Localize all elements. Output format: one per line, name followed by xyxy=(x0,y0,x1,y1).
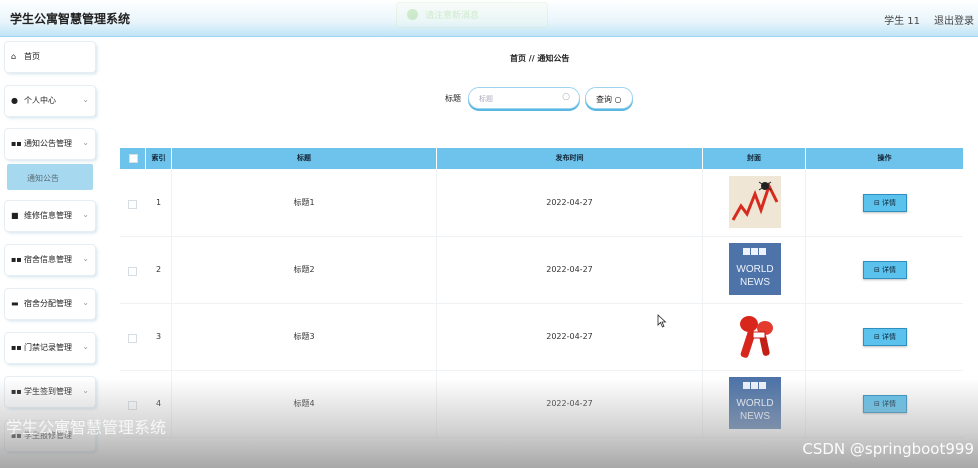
chevron-down-icon: ⌄ xyxy=(82,95,89,104)
lock-icon: ■ xyxy=(11,211,19,220)
sidebar-item-label: 个人中心 xyxy=(24,96,56,105)
current-user-label[interactable]: 学生 11 xyxy=(884,12,920,27)
column-header-date: 发布时间 xyxy=(437,148,703,169)
app-title: 学生公寓智慧管理系统 xyxy=(10,12,131,26)
select-all-cell[interactable] xyxy=(120,148,146,169)
detail-button[interactable]: ⊟ 详情 xyxy=(863,261,907,279)
notice-table: 索引 标题 发布时间 封面 操作 1 标题1 2022-04-27 ⊟ 详情 2… xyxy=(120,148,963,468)
cell-title: 标题1 xyxy=(172,170,437,236)
grid-icon: ▪▪ xyxy=(11,387,22,396)
sidebar-item-label: 学生签到管理 xyxy=(24,387,72,396)
column-header-index: 索引 xyxy=(146,148,172,169)
cell-index: 3 xyxy=(146,304,172,370)
table-row: 2 标题2 2022-04-27 WORLD NEWS ⊟ 详情 xyxy=(120,237,963,304)
svg-text:NEWS: NEWS xyxy=(740,411,770,422)
sidebar-item-label: 维修信息管理 xyxy=(24,211,72,220)
search-icon: ○ xyxy=(562,92,570,102)
svg-text:WORLD: WORLD xyxy=(736,264,773,275)
grid-icon: ▪▪ xyxy=(11,343,22,352)
sidebar-item-label: 门禁记录管理 xyxy=(24,343,72,352)
cell-title: 标题3 xyxy=(172,304,437,370)
row-checkbox[interactable] xyxy=(128,200,137,209)
sidebar: ⌂ 首页 ● 个人中心 ⌄ ▪▪ 通知公告管理 ⌄ 通知公告 ■ 维修信息管理 … xyxy=(0,37,100,468)
user-icon: ● xyxy=(11,96,18,105)
cell-index: 1 xyxy=(146,170,172,236)
sidebar-item-dorm-info[interactable]: ▪▪ 宿舍信息管理 ⌄ xyxy=(5,245,95,275)
logout-link[interactable]: 退出登录 xyxy=(934,12,974,27)
select-all-checkbox[interactable] xyxy=(129,154,138,163)
search-label: 标题 xyxy=(445,94,461,103)
column-header-cover: 封面 xyxy=(703,148,806,169)
table-header: 索引 标题 发布时间 封面 操作 xyxy=(120,148,963,169)
sidebar-item-home[interactable]: ⌂ 首页 xyxy=(5,42,95,72)
grid-icon: ▪▪ xyxy=(11,139,22,148)
detail-button[interactable]: ⊟ 详情 xyxy=(863,328,907,346)
briefcase-icon: ▬ xyxy=(11,299,19,308)
cell-date: 2022-04-27 xyxy=(437,237,703,303)
cell-index: 2 xyxy=(146,237,172,303)
toast-text: 请注意新消息 xyxy=(425,11,480,21)
svg-text:NEWS: NEWS xyxy=(740,277,770,288)
chevron-down-icon: ⌄ xyxy=(82,298,89,307)
success-icon xyxy=(407,9,418,20)
mouse-cursor-icon xyxy=(657,314,667,328)
search-placeholder: 标题 xyxy=(479,95,493,103)
sidebar-item-label: 通知公告管理 xyxy=(24,139,72,148)
svg-text:WORLD: WORLD xyxy=(736,398,773,409)
chevron-down-icon: ⌄ xyxy=(82,342,89,351)
sidebar-item-label: 宿舍分配管理 xyxy=(24,299,72,308)
notification-toast: 请注意新消息 xyxy=(396,2,548,28)
home-icon: ⌂ xyxy=(11,52,17,61)
table-row: 3 标题3 2022-04-27 ⊟ 详情 xyxy=(120,304,963,371)
cell-title: 标题2 xyxy=(172,237,437,303)
sidebar-item-dorm-allocation[interactable]: ▬ 宿舍分配管理 ⌄ xyxy=(5,289,95,319)
sidebar-item-access-records[interactable]: ▪▪ 门禁记录管理 ⌄ xyxy=(5,333,95,363)
cell-date: 2022-04-27 xyxy=(437,170,703,236)
stock-chart-thumbnail xyxy=(729,176,781,228)
sidebar-item-label: 首页 xyxy=(24,52,40,61)
table-row: 1 标题1 2022-04-27 ⊟ 详情 xyxy=(120,170,963,237)
detail-button[interactable]: ⊟ 详情 xyxy=(863,194,907,212)
microphones-thumbnail xyxy=(729,310,781,362)
top-header: 学生公寓智慧管理系统 请注意新消息 学生 11 退出登录 xyxy=(0,0,978,37)
submenu-item-notice[interactable]: 通知公告 xyxy=(7,164,93,190)
column-header-title: 标题 xyxy=(172,148,437,169)
query-button-label: 查询 ○ xyxy=(596,95,622,104)
column-header-actions: 操作 xyxy=(877,154,892,162)
chevron-down-icon: ⌄ xyxy=(82,254,89,263)
bbc-world-news-thumbnail: WORLD NEWS xyxy=(729,377,781,429)
cell-date: 2022-04-27 xyxy=(437,371,703,437)
submenu-item-label: 通知公告 xyxy=(27,174,59,183)
row-checkbox[interactable] xyxy=(128,334,137,343)
query-button[interactable]: 查询 ○ xyxy=(585,87,633,109)
sidebar-item-personal-center[interactable]: ● 个人中心 ⌄ xyxy=(5,86,95,116)
row-checkbox[interactable] xyxy=(128,401,137,410)
chevron-down-icon: ⌄ xyxy=(82,386,89,395)
table-row: 4 标题4 2022-04-27 WORLD NEWS ⊟ 详情 xyxy=(120,371,963,438)
detail-button[interactable]: ⊟ 详情 xyxy=(863,395,907,413)
search-input[interactable]: 标题 ○ xyxy=(468,87,580,109)
chevron-down-icon: ⌄ xyxy=(82,138,89,147)
sidebar-item-label: 宿舍信息管理 xyxy=(24,255,72,264)
watermark-left: 学生公寓智慧管理系统 xyxy=(6,418,167,437)
cell-title: 标题4 xyxy=(172,371,437,437)
breadcrumb: 首页 // 通知公告 xyxy=(510,54,570,63)
row-checkbox[interactable] xyxy=(128,267,137,276)
bbc-world-news-thumbnail: WORLD NEWS xyxy=(729,243,781,295)
sidebar-item-notice-management[interactable]: ▪▪ 通知公告管理 ⌄ xyxy=(5,129,95,159)
grid-icon: ▪▪ xyxy=(11,255,22,264)
watermark-right: CSDN @springboot999 xyxy=(802,440,974,458)
sidebar-item-repair-info[interactable]: ■ 维修信息管理 ⌄ xyxy=(5,201,95,231)
chevron-down-icon: ⌄ xyxy=(82,210,89,219)
sidebar-item-student-signin[interactable]: ▪▪ 学生签到管理 ⌄ xyxy=(5,377,95,407)
